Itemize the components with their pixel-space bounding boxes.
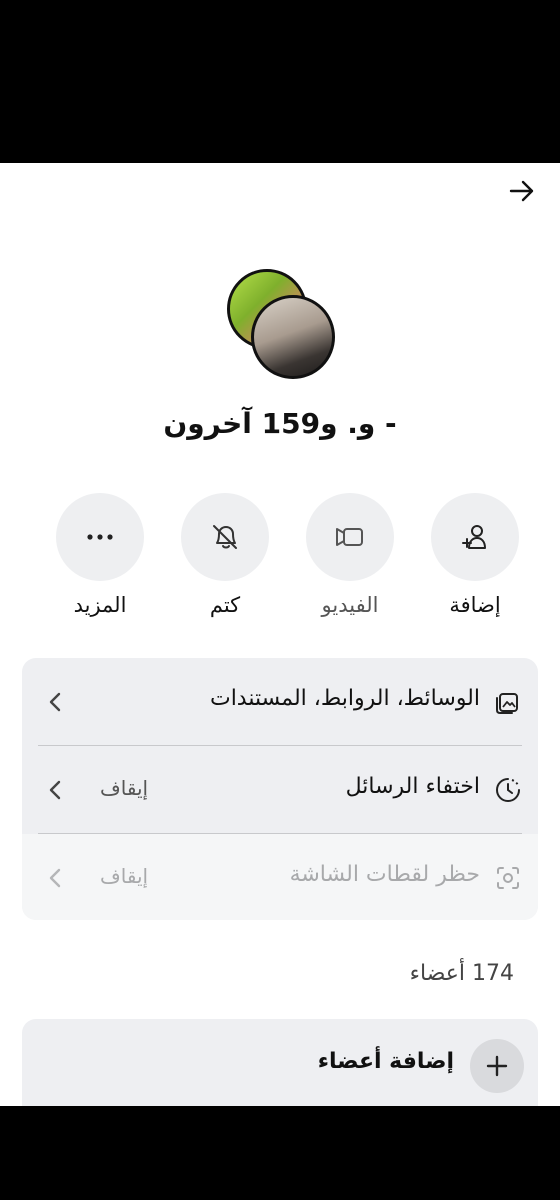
disappearing-messages-row[interactable]: اختفاء الرسائل إيقاف [22, 746, 538, 834]
video-label: الفيديو [321, 593, 379, 617]
action-buttons: إضافة الفيديو كتم المزيد [40, 493, 530, 623]
back-button[interactable] [508, 177, 536, 205]
more-dots-icon [87, 534, 113, 540]
add-members-row[interactable]: إضافة أعضاء [22, 1019, 538, 1106]
chevron-left-icon [49, 868, 61, 888]
group-info-screen: - و. و159 آخرون إضافة الفيديو كتم المزيد… [0, 163, 560, 1106]
disappearing-messages-label: اختفاء الرسائل [345, 774, 480, 799]
add-members-label: إضافة أعضاء [317, 1049, 454, 1074]
group-avatars[interactable] [227, 269, 337, 379]
more-button-circle [56, 493, 144, 581]
plus-circle [470, 1039, 524, 1093]
mute-button[interactable]: كتم [170, 493, 280, 617]
chevron-left-icon [49, 692, 61, 712]
media-links-docs-label: الوسائط، الروابط، المستندات [209, 686, 480, 711]
mute-label: كتم [209, 593, 241, 617]
timer-icon [496, 778, 520, 802]
plus-icon [486, 1055, 508, 1077]
avatar [251, 295, 335, 379]
add-person-icon [462, 525, 486, 549]
mute-button-circle [181, 493, 269, 581]
block-screenshots-value: إيقاف [100, 864, 149, 888]
block-screenshots-label: حظر لقطات الشاشة [289, 862, 480, 887]
settings-card: الوسائط، الروابط، المستندات اختفاء الرسا… [22, 658, 538, 920]
block-screenshots-row[interactable]: حظر لقطات الشاشة إيقاف [22, 834, 538, 920]
add-button[interactable]: إضافة [420, 493, 530, 617]
more-label: المزيد [73, 593, 127, 617]
screenshot-icon [497, 867, 519, 889]
disappearing-messages-value: إيقاف [100, 776, 149, 800]
video-icon [336, 528, 363, 546]
chevron-left-icon [49, 780, 61, 800]
members-card: إضافة أعضاء [22, 1019, 538, 1106]
more-button[interactable]: المزيد [45, 493, 155, 617]
add-label: إضافة [449, 593, 501, 617]
arrow-right-icon [509, 180, 534, 202]
video-button-circle [306, 493, 394, 581]
members-count: 174 أعضاء [409, 961, 514, 986]
add-button-circle [431, 493, 519, 581]
media-links-docs-row[interactable]: الوسائط، الروابط، المستندات [22, 658, 538, 746]
video-button[interactable]: الفيديو [295, 493, 405, 617]
media-icon [496, 693, 518, 714]
bell-slash-icon [213, 525, 237, 549]
group-title[interactable]: - و. و159 آخرون [0, 407, 560, 440]
